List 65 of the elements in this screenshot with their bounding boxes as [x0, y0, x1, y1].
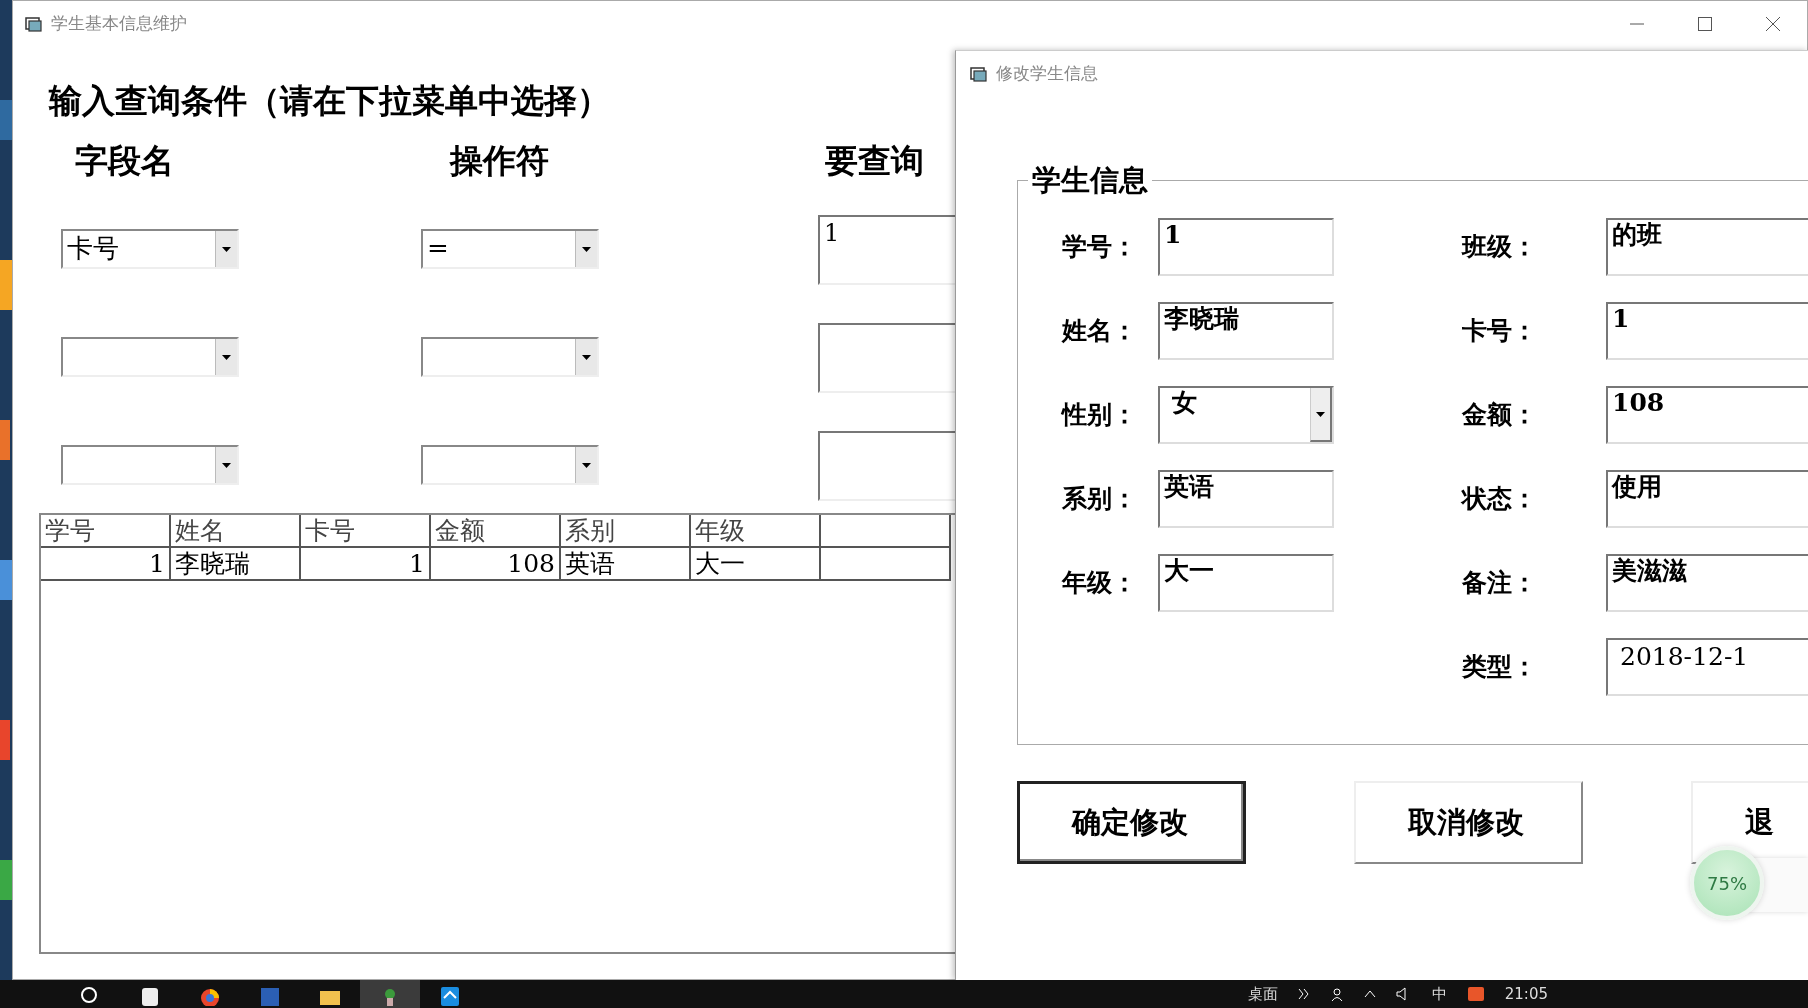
dropdown-field[interactable]: 女 [1158, 386, 1334, 444]
caret-icon [582, 354, 591, 360]
input-field[interactable]: 李晓瑞 [1158, 302, 1334, 360]
field-label: 状态： [1462, 483, 1538, 516]
operator-dropdown[interactable] [421, 445, 599, 485]
caret-icon [582, 462, 591, 468]
column-header[interactable]: 金额 [431, 515, 561, 548]
caret-icon [1316, 411, 1325, 417]
field-label: 年级： [1062, 567, 1138, 600]
action-button[interactable]: 取消修改 [1354, 781, 1583, 864]
column-header[interactable]: 姓名 [171, 515, 301, 548]
window-icon [970, 66, 988, 82]
column-header[interactable]: 卡号 [301, 515, 431, 548]
field-label: 备注： [1462, 567, 1538, 600]
operator-dropdown[interactable]: = [421, 229, 599, 269]
field-dropdown[interactable] [61, 445, 239, 485]
column-heading: 要查询 [825, 140, 924, 182]
action-button[interactable]: 确定修改 [1017, 781, 1246, 864]
caret-icon [582, 246, 591, 252]
input-field[interactable]: 使用 [1606, 470, 1808, 528]
table-cell: 1 [301, 548, 431, 581]
caret-icon [222, 354, 231, 360]
input-field[interactable]: 1 [1606, 302, 1808, 360]
window-title: 修改学生信息 [996, 62, 1098, 86]
field-label: 学号： [1062, 231, 1138, 264]
column-header[interactable] [821, 515, 951, 548]
input-field[interactable]: 美滋滋 [1606, 554, 1808, 612]
column-header[interactable]: 学号 [41, 515, 171, 548]
field-label: 金额： [1462, 399, 1538, 432]
input-method-indicator[interactable]: 中 [1431, 982, 1447, 1006]
field-label: 系别： [1062, 483, 1138, 516]
input-field[interactable]: 的班 [1606, 218, 1808, 276]
caret-up-icon[interactable] [1363, 989, 1376, 999]
group-title: 学生信息 [1031, 165, 1149, 195]
chevron-icon[interactable] [1297, 988, 1310, 1000]
column-heading: 操作符 [450, 140, 549, 182]
field-label: 卡号： [1462, 315, 1538, 348]
toolbar-label[interactable]: 桌面 [1247, 982, 1278, 1006]
caret-icon [222, 462, 231, 468]
input-field[interactable]: 1 [1158, 218, 1334, 276]
operator-dropdown[interactable] [421, 337, 599, 377]
field-label: 姓名： [1062, 315, 1138, 348]
caret-icon [222, 246, 231, 252]
field-dropdown[interactable] [61, 337, 239, 377]
section-heading: 输入查询条件（请在下拉菜单中选择） [49, 80, 611, 122]
field-label: 班级： [1462, 231, 1538, 264]
table-cell: 英语 [561, 548, 691, 581]
dropdown-field[interactable]: 2018-12-1 [1606, 638, 1808, 696]
window-icon [25, 16, 43, 32]
window-title: 学生基本信息维护 [51, 12, 187, 36]
field-dropdown[interactable]: 卡号 [61, 229, 239, 269]
input-field[interactable]: 108 [1606, 386, 1808, 444]
field-label: 性别： [1062, 399, 1138, 432]
input-field[interactable]: 英语 [1158, 470, 1334, 528]
column-header[interactable]: 系别 [561, 515, 691, 548]
table-cell: 大一 [691, 548, 821, 581]
column-header[interactable]: 年级 [691, 515, 821, 548]
field-label: 类型： [1462, 651, 1538, 684]
clock[interactable]: 21:05 [1504, 982, 1548, 1006]
column-heading: 字段名 [75, 140, 174, 182]
input-field[interactable]: 大一 [1158, 554, 1334, 612]
person-icon[interactable] [1329, 987, 1344, 1001]
table-cell: 1 [41, 548, 171, 581]
table-cell: 李晓瑞 [171, 548, 301, 581]
table-cell: 108 [431, 548, 561, 581]
